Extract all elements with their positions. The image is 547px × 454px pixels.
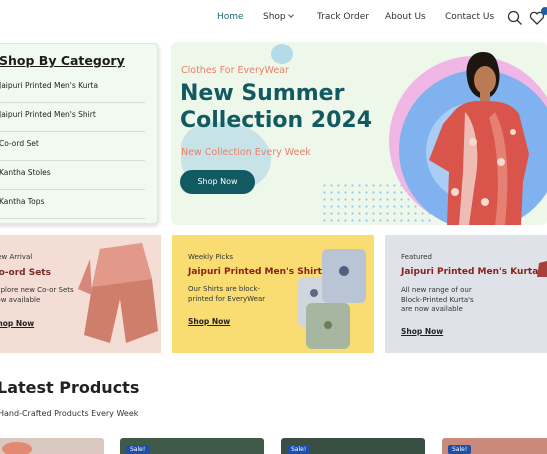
promo-description: Our Shirts are block- printed for EveryW… — [188, 285, 265, 304]
promo-card-printed-kurta[interactable]: Featured Jaipuri Printed Men's Kurta All… — [385, 235, 547, 353]
chevron-down-icon — [287, 12, 294, 18]
promo-shop-now-link[interactable]: Shop Now — [401, 327, 443, 336]
promo-title: Co-ord Sets — [0, 268, 51, 278]
section-subtitle: Hand-Crafted Products Every Week — [0, 409, 139, 418]
category-title: Shop By Category — [0, 53, 125, 68]
promo-tag: Weekly Picks — [188, 253, 234, 261]
promo-description-line: are now available — [401, 305, 463, 313]
hero-title: New Summer Collection 2024 — [180, 80, 372, 134]
hero-banner: Clothes For EveryWear New Summer Collect… — [171, 42, 547, 225]
coord-set-image — [78, 243, 158, 343]
shirts-image — [298, 249, 366, 349]
promo-title: Jaipuri Printed Men's Kurta — [401, 267, 539, 277]
nav-contact-us[interactable]: Contact Us — [445, 12, 494, 22]
promo-description-line: Our Shirts are block- — [188, 285, 261, 293]
category-item-shirt[interactable]: Jaipuri Printed Men's Shirt — [0, 103, 145, 132]
hero-subtitle: Clothes For EveryWear — [181, 65, 289, 76]
nav-about-us[interactable]: About Us — [385, 12, 426, 22]
sale-badge: Sale! — [448, 445, 472, 454]
promo-description-line: now available — [0, 295, 41, 304]
search-icon[interactable] — [507, 10, 523, 26]
promo-description-line: Block-Printed Kurta's — [401, 295, 474, 304]
promo-description-line: Explore new Co-or Sets — [0, 286, 74, 294]
product-image — [2, 442, 32, 454]
nav-home[interactable]: Home — [217, 12, 244, 22]
model-image — [429, 52, 529, 225]
category-item-kurta[interactable]: Jaipuri Printed Men's Kurta — [0, 74, 145, 103]
kurta-image — [537, 261, 547, 277]
sale-badge: Sale! — [287, 445, 311, 454]
promo-description-line: All new range of our — [401, 286, 472, 294]
sale-badge: Sale! — [126, 445, 150, 454]
category-panel: Shop By Category Jaipuri Printed Men's K… — [0, 43, 158, 224]
product-card[interactable] — [0, 438, 104, 454]
promo-card-coord-sets[interactable]: New Arrival Co-ord Sets Explore new Co-o… — [0, 235, 161, 353]
promo-tag: Featured — [401, 253, 432, 261]
site-header: Home Shop Track Order About Us Contact U… — [0, 0, 547, 36]
category-item-kantha-tops[interactable]: Kantha Tops — [0, 190, 145, 219]
promo-description-line: printed for EveryWear — [188, 294, 266, 303]
promo-shop-now-link[interactable]: Shop Now — [0, 319, 34, 328]
hero-tagline: New Collection Every Week — [181, 147, 311, 158]
promo-card-printed-shirt[interactable]: Weekly Picks Jaipuri Printed Men's Shirt… — [172, 235, 374, 353]
hero-shop-now-button[interactable]: Shop Now — [180, 170, 255, 194]
decorative-blob — [271, 44, 293, 64]
category-item-kantha-stoles[interactable]: Kantha Stoles — [0, 161, 145, 190]
product-card[interactable]: Sale! — [120, 438, 264, 454]
section-title: Latest Products — [0, 378, 140, 397]
promo-tag: New Arrival — [0, 253, 33, 261]
promo-description: All new range of our Block-Printed Kurta… — [401, 286, 474, 315]
nav-shop[interactable]: Shop — [263, 12, 294, 22]
promo-description: Explore new Co-or Sets now available — [0, 286, 74, 305]
wishlist-badge — [541, 7, 547, 15]
hero-title-line1: New Summer — [180, 81, 345, 106]
product-card[interactable]: Sale! — [442, 438, 547, 454]
category-item-coord-set[interactable]: Co-ord Set — [0, 132, 145, 161]
nav-shop-label: Shop — [263, 12, 286, 22]
hero-title-line2: Collection 2024 — [180, 108, 373, 133]
promo-shop-now-link[interactable]: Shop Now — [188, 317, 230, 326]
product-card[interactable]: Sale! — [281, 438, 425, 454]
nav-track-order[interactable]: Track Order — [317, 12, 369, 22]
